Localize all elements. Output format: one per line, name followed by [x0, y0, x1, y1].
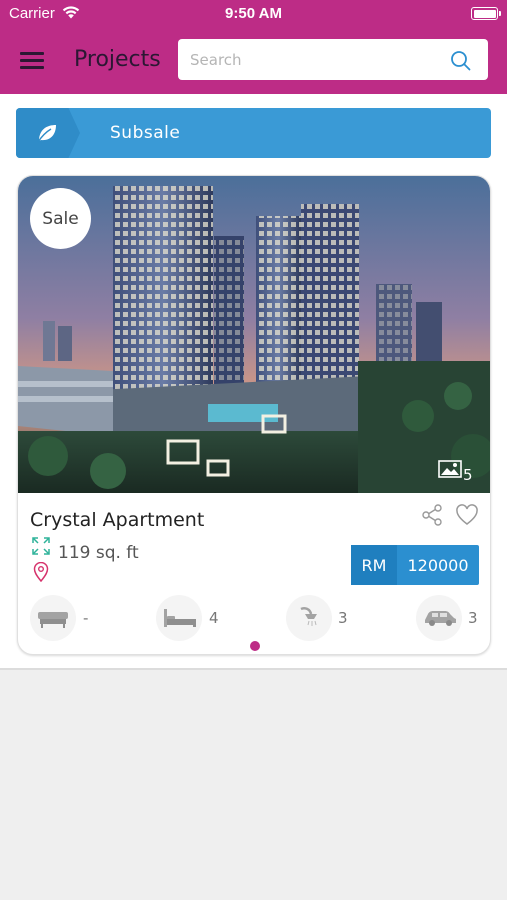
search-icon[interactable] [450, 50, 471, 71]
property-title: Crystal Apartment [30, 509, 205, 531]
search-input[interactable] [178, 39, 448, 80]
leaf-icon [37, 125, 56, 143]
status-bar: Carrier 9:50 AM [0, 0, 507, 28]
price-amount: 120000 [407, 555, 469, 575]
location-pin-icon [33, 562, 49, 582]
shower-amenity [286, 595, 332, 641]
sale-badge: Sale [30, 188, 91, 249]
price-tag: RM 120000 [351, 545, 479, 585]
subsale-banner[interactable]: Subsale [16, 108, 491, 158]
photo-count: 5 [463, 466, 473, 484]
status-time: 9:50 AM [225, 5, 282, 22]
expand-icon [32, 537, 50, 555]
hamburger-menu-icon[interactable] [20, 52, 44, 69]
bathroom-count: 3 [338, 609, 348, 627]
banner-icon-box [16, 108, 80, 158]
share-icon[interactable] [421, 504, 443, 526]
bed-icon [164, 609, 196, 627]
bedroom-count: 4 [209, 609, 219, 627]
car-icon [425, 611, 456, 626]
list-divider [0, 668, 507, 670]
sofa-amenity [30, 595, 76, 641]
gallery-icon[interactable] [438, 460, 462, 478]
property-card[interactable]: Sale 5 Crystal Apartment 119 sq. ft RM 1… [17, 175, 491, 655]
heart-icon[interactable] [455, 504, 479, 526]
page-title: Projects [74, 47, 161, 72]
property-size: 119 sq. ft [58, 543, 139, 563]
price-currency: RM [351, 545, 397, 585]
sofa-count: - [83, 609, 89, 627]
parking-amenity [416, 595, 462, 641]
shower-icon [300, 606, 317, 626]
battery-icon [471, 7, 501, 20]
parking-count: 3 [468, 609, 478, 627]
sofa-icon [38, 612, 68, 628]
bed-amenity [156, 595, 202, 641]
search-bar [178, 39, 488, 80]
app-header: Carrier 9:50 AM Projects [0, 0, 507, 94]
carousel-dot [250, 641, 260, 651]
banner-label: Subsale [110, 123, 181, 143]
